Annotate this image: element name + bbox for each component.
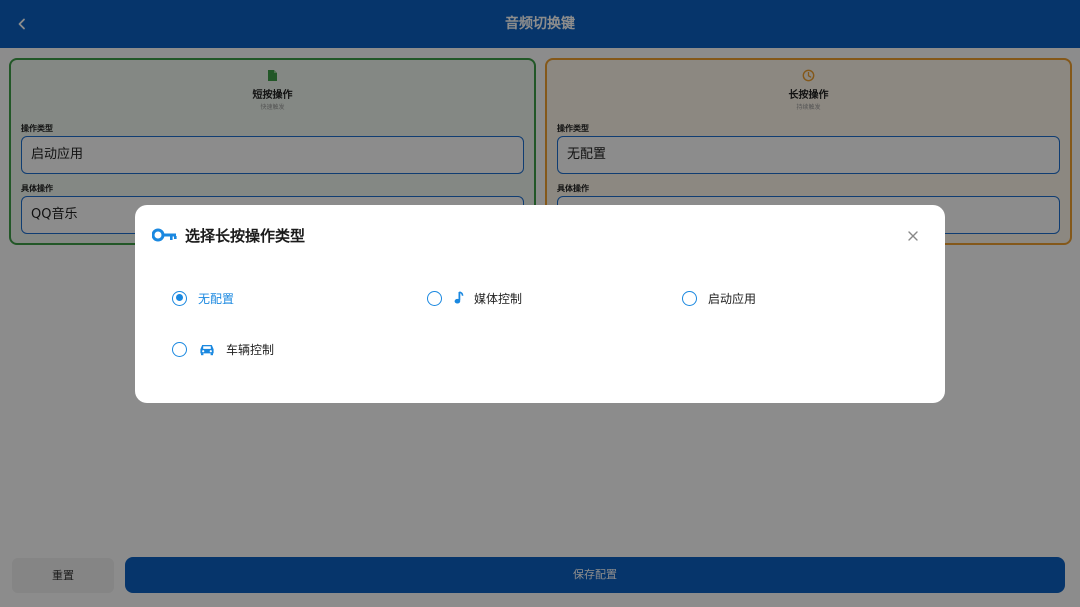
option-label-media-control: 媒体控制 <box>474 291 523 306</box>
option-vehicle-control[interactable]: 车辆控制 <box>172 339 274 359</box>
close-icon <box>908 231 918 241</box>
dialog-title: 选择长按操作类型 <box>185 227 306 245</box>
radio-media-control[interactable] <box>427 290 442 306</box>
music-note-icon <box>454 291 464 305</box>
option-label-launch-app: 启动应用 <box>708 291 757 306</box>
radio-vehicle-control[interactable] <box>172 341 187 357</box>
car-icon <box>199 343 215 356</box>
select-long-press-type-dialog: 选择长按操作类型 无配置 媒体控制 启动应用 车辆控制 <box>135 205 945 403</box>
option-no-config[interactable]: 无配置 <box>172 288 234 308</box>
option-launch-app[interactable]: 启动应用 <box>682 288 756 308</box>
radio-launch-app[interactable] <box>682 290 697 306</box>
key-icon <box>152 228 177 242</box>
option-label-no-config: 无配置 <box>198 291 235 306</box>
option-media-control[interactable]: 媒体控制 <box>427 288 522 308</box>
radio-no-config[interactable] <box>172 290 187 306</box>
option-label-vehicle-control: 车辆控制 <box>226 342 275 357</box>
close-button[interactable] <box>904 227 922 245</box>
